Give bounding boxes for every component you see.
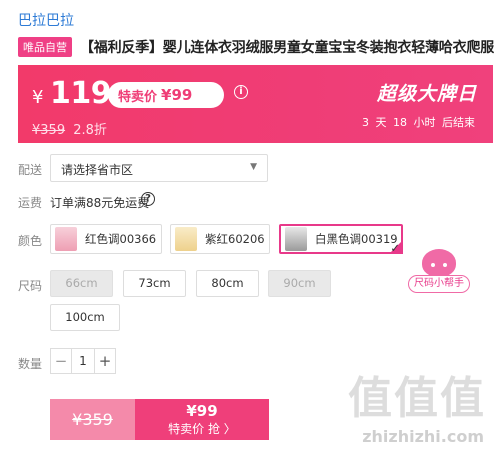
mascot-icon <box>422 249 456 277</box>
watermark-logo: 值值值 <box>348 373 486 424</box>
region-select-placeholder: 请选择省市区 <box>61 163 134 177</box>
size-option-66: 66cm <box>50 270 113 297</box>
promo-label: 特卖价 <box>118 89 158 105</box>
color-option-red[interactable]: 红色调00366 <box>50 224 162 254</box>
currency-symbol: ¥ <box>32 87 44 108</box>
quantity-value[interactable]: 1 <box>71 349 95 373</box>
buy-now-button[interactable]: ¥99 特卖价 抢 〉 <box>135 399 269 440</box>
size-option-90: 90cm <box>268 270 331 297</box>
check-icon: ✓ <box>390 241 400 255</box>
buy-price: ¥99 <box>186 402 218 420</box>
quantity-label: 数量 <box>18 357 43 371</box>
size-label: 尺码 <box>18 279 43 293</box>
product-title: 【福利反季】婴儿连体衣羽绒服男童女童宝宝冬装抱衣轻薄哈衣爬服 <box>80 40 494 56</box>
buy-button[interactable]: ¥359 ¥99 特卖价 抢 〉 <box>50 399 269 440</box>
color-label: 颜色 <box>18 234 43 248</box>
price-banner: ¥ 119 特卖价 ¥99 i ¥359 2.8折 超级大牌日 3 天 18 小… <box>18 65 493 143</box>
chevron-down-icon: ▼ <box>250 162 257 172</box>
current-price: 119 <box>50 76 112 111</box>
color-option-label: 紫红60206 <box>205 232 265 246</box>
buy-action-label: 特卖价 抢 〉 <box>168 422 236 436</box>
size-option-80[interactable]: 80cm <box>196 270 259 297</box>
product-title-row: 唯品自营 【福利反季】婴儿连体衣羽绒服男童女童宝宝冬装抱衣轻薄哈衣爬服 <box>18 37 494 57</box>
countdown-timer: 3 天 18 小时 后结束 <box>362 116 475 129</box>
region-select[interactable]: 请选择省市区 ▼ <box>50 154 268 182</box>
shipping-info: 订单满88元免运费 <box>50 196 150 210</box>
quantity-stepper[interactable]: − 1 + <box>50 348 116 374</box>
size-option-73[interactable]: 73cm <box>123 270 186 297</box>
buy-original-price: ¥359 <box>50 399 135 440</box>
watermark-url: zhizhizhi.com <box>362 427 484 446</box>
shipping-label: 运费 <box>18 196 43 210</box>
size-helper-button[interactable]: 尺码小帮手 <box>408 275 470 293</box>
mascot-eye <box>431 263 435 267</box>
size-option-100[interactable]: 100cm <box>50 304 120 331</box>
promo-value: ¥99 <box>161 86 193 104</box>
brand-name[interactable]: 巴拉巴拉 <box>18 10 74 30</box>
product-thumbnail <box>175 227 197 251</box>
original-price-row: ¥359 2.8折 <box>32 119 107 138</box>
info-icon[interactable]: i <box>234 85 248 99</box>
self-operated-badge: 唯品自营 <box>18 37 72 57</box>
size-helper[interactable]: 尺码小帮手 <box>408 245 470 295</box>
help-icon[interactable]: ? <box>141 192 155 206</box>
mascot-eye <box>443 263 447 267</box>
color-option-label: 红色调00366 <box>85 232 157 246</box>
color-option-purple-red[interactable]: 紫红60206 <box>170 224 270 254</box>
promo-price-pill: 特卖价 ¥99 <box>108 82 224 108</box>
color-option-white-black[interactable]: 白黑色调00319 ✓ <box>279 224 403 254</box>
product-thumbnail <box>285 227 307 251</box>
plus-button[interactable]: + <box>95 352 115 370</box>
original-price: ¥359 <box>32 123 66 138</box>
color-option-label: 白黑色调00319 <box>315 232 398 246</box>
discount-rate: 2.8折 <box>73 123 107 138</box>
delivery-label: 配送 <box>18 163 43 177</box>
super-brand-day-title: 超级大牌日 <box>376 83 477 105</box>
product-thumbnail <box>55 227 77 251</box>
minus-button[interactable]: − <box>51 352 71 370</box>
